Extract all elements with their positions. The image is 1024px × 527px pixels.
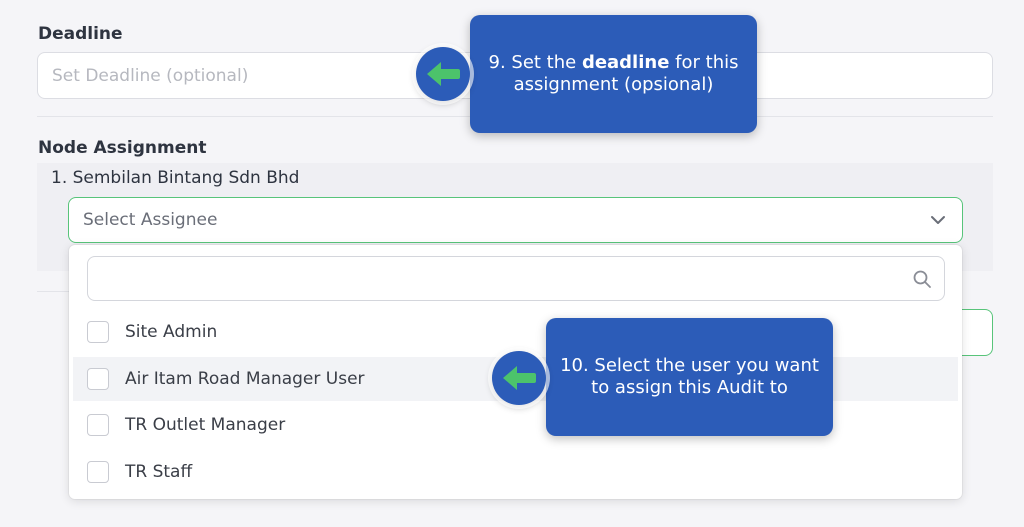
tip-deadline-pointer: [416, 47, 470, 101]
tip-deadline-bubble: 9. Set the deadline for this assignment …: [470, 15, 757, 133]
deadline-label: Deadline: [38, 24, 123, 44]
tip-assignee-pointer: [492, 351, 546, 405]
option-checkbox[interactable]: [87, 414, 109, 436]
assignee-select-placeholder: Select Assignee: [83, 210, 218, 230]
option-label: TR Staff: [125, 462, 193, 482]
option-label: TR Outlet Manager: [125, 415, 286, 435]
option-label: Site Admin: [125, 322, 218, 342]
option-label: Air Itam Road Manager User: [125, 369, 365, 389]
assignee-search-box: [87, 256, 945, 301]
tip-deadline-line1: 9. Set the deadline for this: [488, 52, 739, 73]
option-tr-staff[interactable]: TR Staff: [73, 450, 958, 494]
node-name: 1. Sembilan Bintang Sdn Bhd: [51, 168, 300, 188]
option-checkbox[interactable]: [87, 321, 109, 343]
option-checkbox[interactable]: [87, 461, 109, 483]
assignee-search-input[interactable]: [88, 257, 944, 300]
tip-assignee-line1: 10. Select the user you want: [560, 355, 819, 376]
arrow-left-icon: [427, 62, 460, 86]
option-checkbox[interactable]: [87, 368, 109, 390]
arrow-left-icon: [503, 366, 536, 390]
search-icon[interactable]: [912, 269, 932, 289]
assignee-select[interactable]: Select Assignee: [68, 197, 963, 243]
tip-deadline-line2: assignment (opsional): [513, 74, 714, 95]
tip-assignee-line2: to assign this Audit to: [591, 377, 788, 398]
chevron-down-icon: [931, 216, 945, 224]
node-assignment-label: Node Assignment: [38, 138, 207, 158]
tip-assignee-bubble: 10. Select the user you want to assign t…: [546, 318, 833, 436]
